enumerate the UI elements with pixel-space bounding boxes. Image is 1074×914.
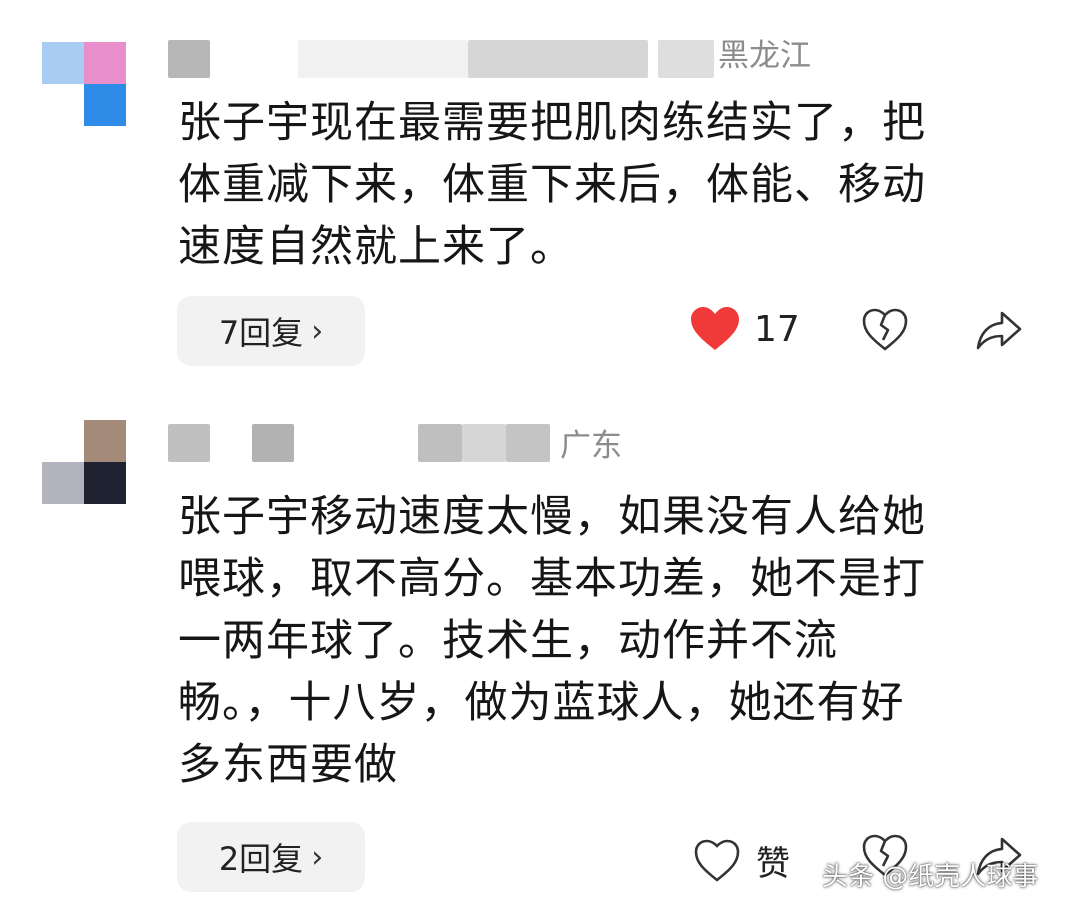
avatar[interactable] <box>42 420 138 512</box>
share-arrow-icon <box>976 311 1022 350</box>
reply-count-label: 7回复 <box>218 314 304 352</box>
comment-text-line: 速度自然就上来了。 <box>178 222 574 272</box>
dislike-button[interactable] <box>862 308 908 352</box>
broken-heart-icon <box>862 308 908 351</box>
username[interactable]: 广东 <box>168 420 848 464</box>
comment-text: 张子宇移动速度太慢，如果没有人给她 喂球，取不高分。基本功差，她不是打 一两年球… <box>178 486 1008 796</box>
like-button[interactable]: 17 <box>690 306 800 352</box>
username[interactable]: 黑龙江 <box>168 36 848 80</box>
like-count: 17 <box>754 308 800 350</box>
share-button[interactable] <box>976 310 1022 350</box>
user-location: 黑龙江 <box>718 38 811 74</box>
comment-text-line: 畅。，十八岁，做为蓝球人，她还有好 <box>178 678 905 728</box>
heart-filled-icon <box>691 307 739 350</box>
comment-text: 张子宇现在最需要把肌肉练结实了，把 体重减下来，体重下来后，体能、移动 速度自然… <box>178 92 1008 278</box>
like-button[interactable]: 赞 <box>694 836 790 885</box>
chevron-right-icon: › <box>311 313 324 349</box>
comment-item: 黑龙江 张子宇现在最需要把肌肉练结实了，把 体重减下来，体重下来后，体能、移动 … <box>0 0 1074 390</box>
watermark: 头条 @纸壳人球事 <box>822 862 1039 892</box>
comment-text-line: 张子宇现在最需要把肌肉练结实了，把 <box>178 98 926 148</box>
comment-text-line: 一两年球了。技术生，动作并不流 <box>178 616 838 666</box>
like-label: 赞 <box>756 844 790 884</box>
chevron-right-icon: › <box>311 839 324 875</box>
heart-outline-icon <box>694 839 740 882</box>
comment-text-line: 多东西要做 <box>178 740 398 790</box>
view-replies-button[interactable]: 2回复 › <box>177 822 365 892</box>
comment-text-line: 喂球，取不高分。基本功差，她不是打 <box>178 554 926 604</box>
comment-text-line: 体重减下来，体重下来后，体能、移动 <box>178 160 926 210</box>
reply-count-label: 2回复 <box>218 840 304 878</box>
user-location: 广东 <box>560 428 622 464</box>
comment-text-line: 张子宇移动速度太慢，如果没有人给她 <box>178 492 926 542</box>
view-replies-button[interactable]: 7回复 › <box>177 296 365 366</box>
avatar[interactable] <box>42 42 138 134</box>
